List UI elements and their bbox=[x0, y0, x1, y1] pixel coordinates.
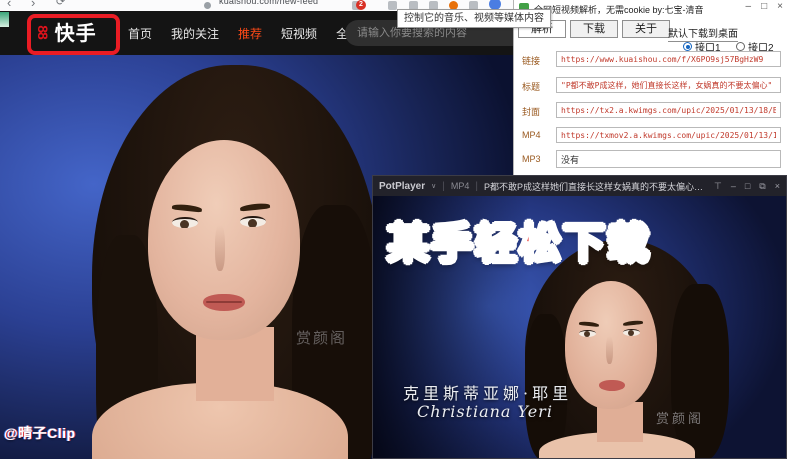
red-annotation-box bbox=[27, 14, 120, 55]
field-link-input[interactable] bbox=[556, 51, 781, 67]
portrait-eye bbox=[579, 330, 596, 337]
close-icon[interactable]: × bbox=[777, 1, 783, 12]
media-control-tooltip: 控制它的音乐、视频等媒体内容 bbox=[397, 9, 551, 28]
portrait-hair bbox=[671, 284, 729, 458]
radio-unselected-icon[interactable] bbox=[736, 42, 745, 51]
nav-item-following[interactable]: 我的关注 bbox=[171, 25, 219, 42]
format-badge: MP4 bbox=[451, 181, 470, 191]
separator: | bbox=[442, 181, 445, 192]
field-title-input[interactable] bbox=[556, 77, 781, 93]
portrait-eye bbox=[240, 216, 266, 227]
maximize-icon[interactable]: □ bbox=[745, 181, 750, 192]
field-cover-input[interactable] bbox=[556, 102, 781, 118]
caption-english: Christiana Yeri bbox=[417, 402, 553, 421]
portrait-lips bbox=[203, 294, 245, 311]
portrait-eye bbox=[172, 217, 198, 228]
field-label-mp3: MP3 bbox=[522, 154, 552, 164]
potplayer-app-name[interactable]: PotPlayer bbox=[379, 181, 425, 192]
screen: ‹ › ⟳ kuaishou.com/new-feed 2 88 快手 首页 我… bbox=[0, 0, 787, 459]
radio-selected-icon[interactable] bbox=[683, 42, 692, 51]
caption-chinese: 克里斯蒂亚娜·耶里 bbox=[403, 380, 572, 404]
field-label-cover: 封面 bbox=[522, 105, 552, 118]
extension-badge: 2 bbox=[356, 0, 366, 10]
nav-item-recommended[interactable]: 推荐 bbox=[238, 25, 262, 42]
minimize-icon[interactable]: – bbox=[731, 181, 736, 192]
portrait-lips bbox=[599, 380, 625, 391]
potplayer-file-title: P都不敢P成这样她们直接长这样女娲真的不要太偏心盛世美颜.mp4 bbox=[484, 180, 708, 193]
close-icon[interactable]: × bbox=[775, 181, 780, 192]
field-mp3-input[interactable] bbox=[556, 150, 781, 168]
minimize-icon[interactable]: – bbox=[746, 1, 752, 12]
potplayer-titlebar[interactable]: PotPlayer ∨ | MP4 | P都不敢P成这样她们直接长这样女娲真的不… bbox=[373, 176, 786, 196]
pin-icon[interactable]: ⊤ bbox=[714, 181, 722, 192]
address-bar[interactable]: kuaishou.com/new-feed bbox=[219, 0, 318, 6]
watermark-qingzi-clip: @晴子Clip bbox=[4, 423, 76, 443]
field-label-link: 链接 bbox=[522, 54, 552, 67]
tab-about[interactable]: 关于 bbox=[622, 20, 670, 38]
extension-icon[interactable] bbox=[388, 1, 397, 10]
chevron-down-icon: ∨ bbox=[431, 182, 436, 190]
potplayer-window-controls: ⊤ – □ ⧉ × bbox=[714, 181, 780, 192]
potplayer-video-frame[interactable]: 某手轻松下载 克里斯蒂亚娜·耶里 Christiana Yeri 赏颜阁 bbox=[373, 196, 786, 458]
video-overlay-text: 某手轻松下载 bbox=[387, 210, 651, 271]
reload-icon[interactable]: ⟳ bbox=[56, 0, 65, 8]
field-mp4-input[interactable] bbox=[556, 127, 781, 143]
forward-icon[interactable]: › bbox=[31, 0, 35, 10]
nav-item-shortvideo[interactable]: 短视频 bbox=[281, 25, 317, 42]
parser-window-controls: – □ × bbox=[746, 1, 783, 12]
watermark-shangyange-partial: 赏颜阁 bbox=[296, 327, 347, 348]
portrait-nose bbox=[215, 225, 225, 271]
dual-view-icon[interactable]: ⧉ bbox=[759, 181, 765, 192]
nav-item-home[interactable]: 首页 bbox=[128, 25, 152, 42]
site-info-icon[interactable] bbox=[204, 2, 211, 9]
interface-radio-group: 接口1 接口2 bbox=[514, 39, 787, 51]
portrait-nose bbox=[606, 336, 613, 364]
page-fragment bbox=[0, 12, 9, 27]
back-icon[interactable]: ‹ bbox=[7, 0, 11, 10]
parser-titlebar: 全网短视频解析，无需cookie by:七宝-清音 – □ × bbox=[514, 0, 787, 17]
portrait-eye bbox=[623, 329, 640, 336]
watermark-shangyange: 赏颜阁 bbox=[656, 408, 704, 427]
maximize-icon[interactable]: □ bbox=[761, 1, 767, 12]
tab-download[interactable]: 下载 bbox=[570, 20, 618, 38]
separator: | bbox=[475, 181, 478, 192]
parser-window-title: 全网短视频解析，无需cookie by:七宝-清音 bbox=[534, 3, 719, 16]
potplayer-window: PotPlayer ∨ | MP4 | P都不敢P成这样她们直接长这样女娲真的不… bbox=[372, 175, 787, 459]
field-label-mp4: MP4 bbox=[522, 130, 552, 140]
parser-tool-window: 全网短视频解析，无需cookie by:七宝-清音 – □ × 解析 下载 关于… bbox=[513, 0, 787, 178]
nav-items: 首页 我的关注 推荐 短视频 全部∨ bbox=[128, 11, 368, 55]
field-label-title: 标题 bbox=[522, 80, 552, 93]
